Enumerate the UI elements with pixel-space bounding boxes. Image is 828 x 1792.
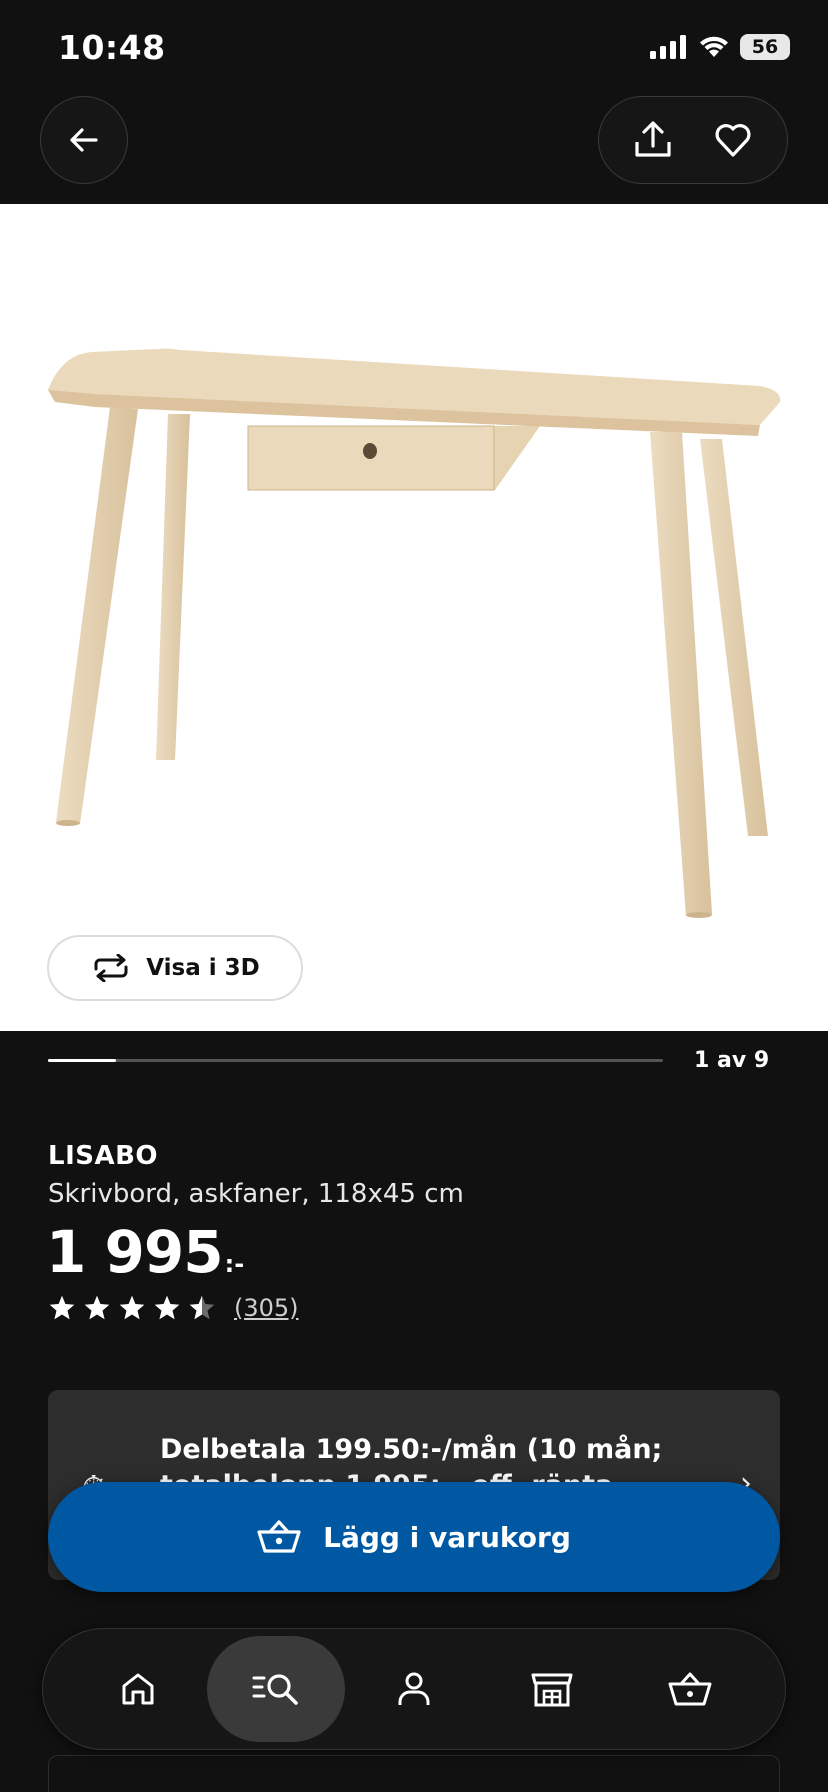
search-icon: [252, 1674, 298, 1705]
status-bar: 10:48 56: [0, 0, 828, 96]
product-header: [0, 96, 828, 204]
star-icon: [189, 1295, 215, 1320]
gallery-progress-bar: [48, 1059, 663, 1062]
product-image-gallery[interactable]: Visa i 3D: [0, 204, 828, 1031]
product-price: 1 995 :-: [46, 1218, 244, 1286]
favorite-button[interactable]: [703, 110, 763, 170]
add-to-cart-label: Lägg i varukorg: [323, 1520, 571, 1554]
product-name: LISABO: [48, 1141, 159, 1171]
header-actions: [598, 96, 788, 184]
heart-icon: [715, 124, 751, 157]
gallery-progress-fill: [48, 1059, 117, 1062]
nav-home[interactable]: [69, 1636, 207, 1742]
bottom-navigation: [42, 1628, 786, 1750]
home-icon: [122, 1673, 154, 1705]
product-rating[interactable]: (305): [48, 1294, 299, 1322]
nav-profile[interactable]: [345, 1636, 483, 1742]
star-icon: [154, 1295, 180, 1320]
content-below: [48, 1755, 780, 1792]
cart-icon: [257, 1520, 301, 1553]
status-icons: 56: [650, 34, 790, 60]
product-description: Skrivbord, askfaner, 118x45 cm: [48, 1179, 464, 1209]
arrow-left-icon: [70, 128, 98, 152]
review-count-link[interactable]: (305): [234, 1294, 299, 1322]
nav-stores[interactable]: [483, 1636, 621, 1742]
wifi-icon: [700, 36, 728, 57]
view-in-3d-label: Visa i 3D: [146, 955, 260, 981]
rating-stars: [48, 1294, 216, 1322]
share-icon: [635, 121, 671, 157]
rotate-3d-icon: [94, 954, 128, 982]
star-icon: [119, 1295, 145, 1320]
store-icon: [531, 1673, 573, 1707]
gallery-counter: 1 av 9: [694, 1048, 770, 1073]
installment-line-1: Delbetala 199.50:-/mån (10 mån;: [160, 1434, 663, 1465]
star-icon: [84, 1295, 110, 1320]
cellular-signal-icon: [650, 35, 686, 59]
view-in-3d-button[interactable]: Visa i 3D: [47, 935, 303, 1001]
price-suffix: :-: [224, 1250, 245, 1278]
battery-indicator: 56: [740, 34, 790, 60]
back-button[interactable]: [40, 96, 128, 184]
product-image-desk: [48, 348, 781, 918]
nav-cart[interactable]: [621, 1636, 759, 1742]
add-to-cart-button[interactable]: Lägg i varukorg: [48, 1482, 780, 1592]
price-value: 1 995: [46, 1218, 224, 1286]
cart-icon: [668, 1672, 712, 1706]
share-button[interactable]: [623, 110, 683, 170]
status-time: 10:48: [58, 28, 166, 67]
profile-icon: [398, 1672, 430, 1705]
nav-search[interactable]: [207, 1636, 345, 1742]
star-icon: [49, 1295, 75, 1320]
